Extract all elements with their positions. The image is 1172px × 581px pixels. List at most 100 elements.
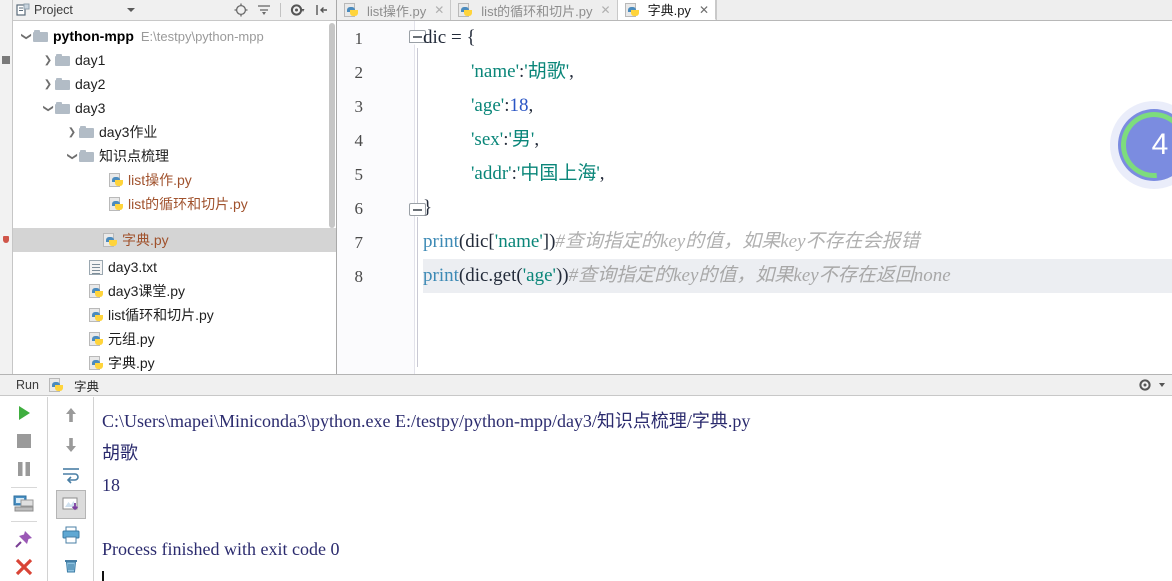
editor-gutter[interactable]: 1 2 3 4 5 6 7 8 <box>337 21 415 374</box>
tree-row-day2[interactable]: day2 <box>35 72 336 96</box>
line-number: 3 <box>354 97 364 116</box>
line-number: 6 <box>354 199 364 218</box>
tree-label: day3.txt <box>108 259 158 275</box>
tree-row-day3zuoye[interactable]: day3作业 <box>59 120 336 144</box>
project-tree-scrollbar[interactable] <box>329 23 335 228</box>
code-text[interactable]: dic = { 'name':'胡歌', 'age':18, 'sex':'男'… <box>423 21 1172 374</box>
tree-label: day2 <box>75 76 106 92</box>
code-line-5: 'addr':'中国上海', <box>423 157 1172 191</box>
code-line-7: print(dic['name'])#查询指定的key的值，如果key不存在会报… <box>423 225 1172 259</box>
tree-row-day3[interactable]: day3 <box>35 96 336 120</box>
token-key: 'addr' <box>471 163 512 184</box>
token-brace: } <box>423 197 433 218</box>
run-icon[interactable] <box>9 400 39 427</box>
token-key: 'name' <box>471 61 519 82</box>
scroll-to-end-icon[interactable] <box>55 490 86 519</box>
up-arrow-icon[interactable] <box>56 400 86 429</box>
chevron-down-icon[interactable] <box>65 150 79 162</box>
tree-row-list-xunhuan[interactable]: list的循环和切片.py <box>103 192 336 216</box>
toolbar-separator <box>280 3 281 17</box>
python-file-icon <box>109 197 123 211</box>
tree-row-zhishidian[interactable]: 知识点梳理 <box>59 144 336 168</box>
chevron-right-icon[interactable] <box>41 54 55 66</box>
console-scrollbar[interactable] <box>1163 397 1172 581</box>
tree-row-list-xunhuan-qiepian[interactable]: list循环和切片.py <box>83 303 336 327</box>
hide-panel-icon[interactable] <box>315 3 329 17</box>
stripe-icon-top <box>2 56 10 64</box>
token-value: '男' <box>508 129 535 150</box>
tree-row-python-mpp[interactable]: python-mpp E:\testpy\python-mpp <box>13 24 336 48</box>
tree-row-day3-txt[interactable]: day3.txt <box>83 255 336 279</box>
collapse-all-icon[interactable] <box>257 3 271 17</box>
code-editor[interactable]: 1 2 3 4 5 6 7 8 dic = { 'name':'胡歌', 'ag… <box>337 21 1172 374</box>
pycharm-window: Project ❯ python-mpp E:\testpy\python-mp… <box>0 0 1172 581</box>
console-icon[interactable] <box>9 491 39 518</box>
python-file-icon <box>48 378 63 392</box>
project-file-tree[interactable]: python-mpp E:\testpy\python-mpp day1 day… <box>13 21 336 374</box>
pin-icon[interactable] <box>9 525 39 552</box>
chevron-down-icon[interactable] <box>126 8 135 12</box>
console-caret-line <box>102 565 1172 581</box>
console-line-command: C:\Users\mapei\Miniconda3\python.exe E:/… <box>102 411 751 431</box>
tab-list-xunhuan[interactable]: list的循环和切片.py ✕ <box>451 0 618 20</box>
tree-row-day3-ketang[interactable]: day3课堂.py <box>83 279 336 303</box>
console-output[interactable]: C:\Users\mapei\Miniconda3\python.exe E:/… <box>94 397 1172 581</box>
chevron-down-icon[interactable] <box>1158 381 1166 389</box>
down-arrow-icon[interactable] <box>56 430 86 459</box>
soft-wrap-icon[interactable] <box>56 460 86 489</box>
close-icon[interactable]: ✕ <box>601 3 611 17</box>
tree-row-zidian[interactable]: 字典.py <box>83 351 336 374</box>
chevron-right-icon[interactable] <box>65 126 79 138</box>
text-caret <box>102 571 104 581</box>
folder-icon <box>79 150 94 162</box>
python-file-icon <box>89 356 103 370</box>
project-tool-window: Project ❯ python-mpp E:\testpy\python-mp… <box>13 0 337 374</box>
print-icon[interactable] <box>56 520 86 549</box>
left-tool-window-stripe[interactable] <box>0 0 13 374</box>
token-function: print <box>423 265 459 286</box>
tree-row-list-caozuo[interactable]: list操作.py <box>103 168 336 192</box>
run-toolbar-right <box>48 397 94 581</box>
chevron-down-icon[interactable] <box>19 30 33 42</box>
code-line-8: print(dic.get('age'))#查询指定的key的值，如果key不存… <box>423 259 1172 293</box>
stop-icon[interactable] <box>9 428 39 455</box>
chevron-right-icon[interactable] <box>41 78 55 90</box>
project-view-icon[interactable] <box>16 3 30 17</box>
project-path: E:\testpy\python-mpp <box>140 28 264 44</box>
close-icon[interactable]: ✕ <box>699 3 709 17</box>
folder-icon <box>79 126 94 138</box>
gear-icon[interactable] <box>1138 378 1154 392</box>
stripe-icon-bottom <box>3 236 9 243</box>
line-number: 2 <box>354 63 364 82</box>
python-file-icon <box>344 3 358 17</box>
stripe-button-project[interactable] <box>0 2 10 5</box>
console-line-output-1: 胡歌 <box>102 443 138 463</box>
pause-icon[interactable] <box>9 456 39 483</box>
chevron-down-icon[interactable] <box>41 102 55 114</box>
close-icon[interactable] <box>9 553 39 580</box>
trash-icon[interactable] <box>56 550 86 579</box>
token-comment: #查询指定的key的值，如果key不存在返回none <box>568 265 951 286</box>
tree-row-yuanzu[interactable]: 元组.py <box>83 327 336 351</box>
tab-list-caozuo[interactable]: list操作.py ✕ <box>337 0 452 20</box>
token-punct: (dic[ <box>458 231 495 252</box>
close-icon[interactable]: ✕ <box>434 3 444 17</box>
tree-label: day3 <box>75 100 106 116</box>
console-line-exit: Process finished with exit code 0 <box>102 539 340 559</box>
python-file-icon <box>109 173 123 187</box>
python-file-icon <box>103 233 117 247</box>
settings-gear-icon[interactable] <box>290 3 306 17</box>
token-brace: { <box>466 27 476 48</box>
tree-label: python-mpp <box>53 28 134 44</box>
line-number: 7 <box>354 233 364 252</box>
tree-row-zidian-selected[interactable]: 字典.py <box>13 228 336 252</box>
tab-zidian[interactable]: 字典.py ✕ <box>617 0 716 20</box>
locate-icon[interactable] <box>234 3 248 17</box>
code-fold-line <box>417 48 418 203</box>
tree-label: list循环和切片.py <box>108 307 214 323</box>
token-comma: , <box>528 95 534 116</box>
tree-row-day1[interactable]: day1 <box>35 48 336 72</box>
code-line-6: } <box>423 191 1172 225</box>
run-panel-title: Run <box>16 378 39 392</box>
stripe-button-structure[interactable] <box>0 150 10 153</box>
